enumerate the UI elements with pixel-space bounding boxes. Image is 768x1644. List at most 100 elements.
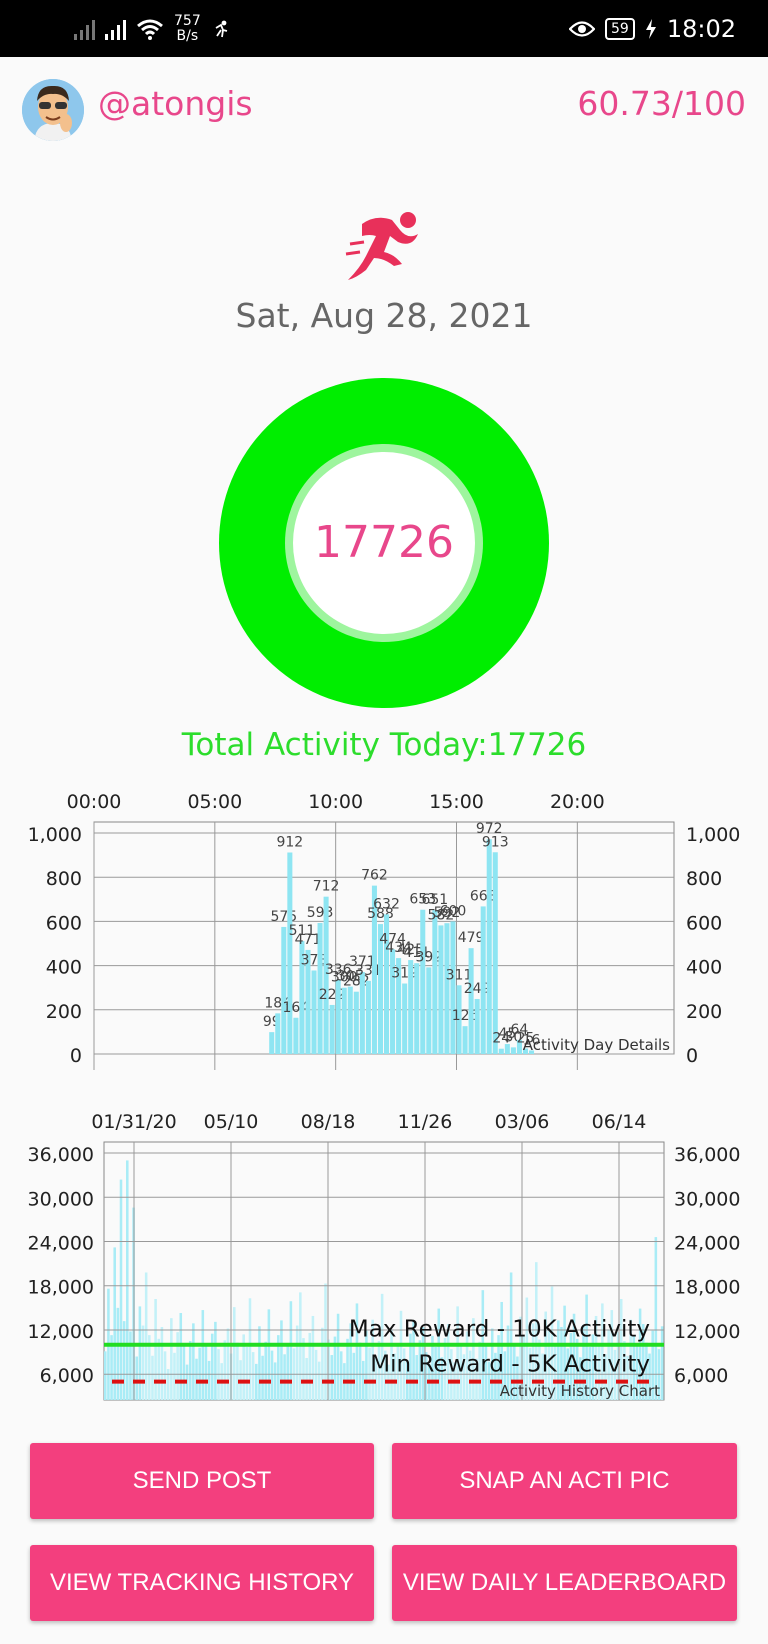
- day-chart-bar-label: 712: [313, 879, 340, 895]
- day-chart-legend-label: Activity Day Details: [523, 1036, 670, 1054]
- day-chart-bar: [498, 1048, 504, 1054]
- day-chart-bar-label: 913: [482, 834, 509, 850]
- day-chart-bar: [438, 925, 444, 1054]
- history-chart-bar: [116, 1307, 120, 1400]
- history-chart-svg: 6,000 6,000 12,000 12,000 18,000 18,000 24,000…: [28, 1111, 740, 1401]
- history-chart-bar: [135, 1356, 139, 1400]
- history-chart-y-tick-right: 30,000: [674, 1188, 740, 1210]
- history-chart-bar: [305, 1357, 308, 1400]
- day-chart-bar-label: 222: [319, 987, 346, 1003]
- day-chart-bar: [347, 986, 353, 1054]
- day-chart-x-tick: 05:00: [187, 791, 242, 813]
- history-chart-bar: [144, 1272, 148, 1400]
- view-tracking-history-button[interactable]: VIEW TRACKING HISTORY: [30, 1545, 374, 1621]
- day-chart-bar: [450, 921, 456, 1054]
- history-chart-bar: [141, 1325, 145, 1400]
- history-chart-bar: [255, 1363, 258, 1400]
- history-chart-y-tick-right: 6,000: [674, 1365, 728, 1387]
- history-chart-bar: [154, 1299, 157, 1400]
- history-chart-bar: [317, 1361, 321, 1400]
- network-speed: 757 B/s: [174, 14, 201, 44]
- history-chart-bar: [270, 1350, 274, 1400]
- history-chart-bar: [248, 1298, 252, 1400]
- history-chart-x-tick: 05/10: [204, 1111, 259, 1133]
- history-chart-bar: [195, 1358, 198, 1400]
- day-chart-bar-label: 668: [470, 888, 497, 904]
- history-chart-bar: [151, 1355, 154, 1400]
- day-chart-y-tick-left: 1,000: [28, 824, 82, 846]
- day-chart-bar-label: 164: [283, 1000, 310, 1016]
- activity-ring-value: 17726: [314, 517, 454, 568]
- history-chart-bar: [113, 1247, 116, 1400]
- network-speed-unit: B/s: [176, 28, 199, 44]
- day-chart-bar: [474, 998, 480, 1054]
- history-chart-bar: [339, 1351, 343, 1400]
- history-chart-bar: [160, 1327, 164, 1400]
- avatar[interactable]: [22, 79, 84, 141]
- history-chart-bar: [214, 1321, 217, 1400]
- day-chart-bar-label: 378: [301, 952, 328, 968]
- day-chart-bar: [365, 980, 371, 1054]
- day-chart-bar: [281, 926, 287, 1054]
- total-activity-label: Total Activity Today:17726: [181, 727, 587, 763]
- day-chart-bar: [492, 852, 498, 1054]
- day-chart-y-tick-right: 400: [686, 957, 722, 979]
- history-chart-bar: [192, 1323, 195, 1400]
- history-chart-bar: [311, 1315, 315, 1400]
- history-chart-bar: [289, 1301, 293, 1400]
- day-chart-bar-label: 632: [373, 896, 400, 912]
- snap-pic-button[interactable]: SNAP AN ACTI PIC: [392, 1443, 737, 1519]
- history-chart-bar: [358, 1342, 362, 1400]
- day-details-chart: 0 0 200 200 400 400 600 600 800 800 1,000 1,000 00:0…: [0, 778, 768, 1084]
- day-chart-y-tick-right: 0: [686, 1045, 698, 1067]
- history-chart-bar: [188, 1341, 192, 1400]
- history-chart-bar: [138, 1306, 142, 1400]
- history-chart-bar: [283, 1354, 286, 1400]
- day-chart-bar: [353, 991, 359, 1054]
- history-chart-y-tick-right: 24,000: [674, 1233, 740, 1255]
- history-chart-bar: [251, 1352, 255, 1400]
- day-chart-bar-label: 392: [415, 949, 442, 965]
- day-chart-bar: [408, 960, 414, 1054]
- send-post-button[interactable]: SEND POST: [30, 1443, 374, 1519]
- day-chart-bar: [359, 972, 365, 1054]
- history-chart-bar: [163, 1351, 167, 1400]
- date-label: Sat, Aug 28, 2021: [235, 296, 533, 335]
- history-chart-bar: [179, 1313, 183, 1400]
- history-chart-y-tick-left: 18,000: [28, 1277, 94, 1299]
- history-chart-bar: [126, 1160, 129, 1400]
- view-daily-leaderboard-button[interactable]: VIEW DAILY LEADERBOARD: [392, 1545, 737, 1621]
- username[interactable]: @atongis: [98, 84, 253, 123]
- day-chart-x-tick: 10:00: [308, 791, 363, 813]
- day-details-chart-svg: 0 0 200 200 400 400 600 600 800 800 1,000 1,000 00:0…: [28, 791, 740, 1070]
- history-chart-bar: [336, 1313, 340, 1400]
- history-chart-bar: [122, 1321, 126, 1400]
- activity-ring: 17726: [219, 378, 549, 708]
- history-chart-x-tick: 01/31/20: [91, 1111, 176, 1133]
- history-chart-bar: [201, 1310, 205, 1400]
- status-bar: 757 B/s 59 18:02: [0, 0, 768, 57]
- history-chart-x-tick: 08/18: [301, 1111, 356, 1133]
- day-chart-bar-label: 762: [361, 868, 388, 884]
- history-chart-bar: [321, 1327, 324, 1400]
- day-chart-bar-label: 471: [295, 932, 322, 948]
- history-chart: 6,000 6,000 12,000 12,000 18,000 18,000 24,000…: [0, 1102, 768, 1402]
- day-chart-bar: [468, 948, 474, 1054]
- history-chart-x-tick: 03/06: [495, 1111, 550, 1133]
- min-reward-label: Min Reward - 5K Activity: [370, 1352, 650, 1378]
- history-chart-y-tick-left: 24,000: [28, 1233, 94, 1255]
- day-chart-bar: [444, 923, 450, 1054]
- day-chart-bar: [486, 839, 492, 1054]
- day-chart-bar: [480, 906, 486, 1054]
- day-chart-bar: [414, 963, 420, 1054]
- history-chart-bar: [104, 1351, 107, 1400]
- day-chart-y-tick-left: 800: [46, 868, 82, 890]
- max-reward-label: Max Reward - 10K Activity: [349, 1317, 650, 1343]
- day-chart-bar: [462, 1026, 468, 1054]
- history-chart-bar: [176, 1332, 179, 1400]
- day-chart-bar-label: 912: [276, 834, 303, 850]
- day-chart-bar: [432, 910, 438, 1054]
- history-chart-bar: [346, 1338, 349, 1400]
- day-chart-bar: [311, 970, 317, 1054]
- day-chart-x-tick: 20:00: [550, 791, 605, 813]
